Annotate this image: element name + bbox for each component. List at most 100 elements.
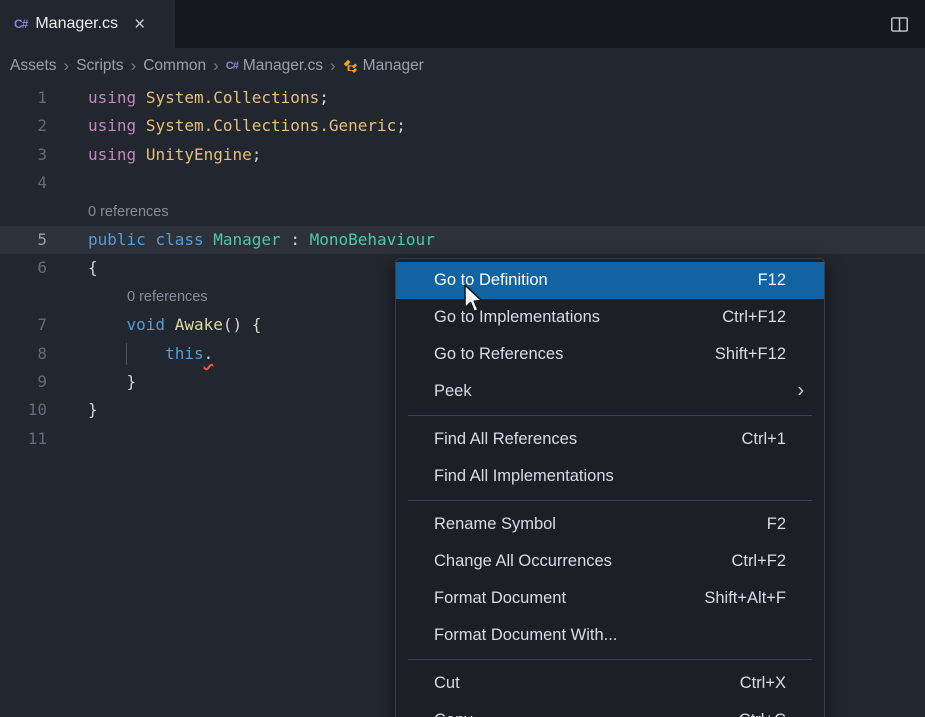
split-editor-icon[interactable] [890, 15, 909, 34]
menu-item-go-to-definition[interactable]: Go to Definition F12 [396, 262, 824, 299]
tab-close-icon[interactable]: × [134, 15, 145, 34]
breadcrumb-item-manager[interactable]: Manager [343, 57, 424, 75]
menu-item-format-document[interactable]: Format Document Shift+Alt+F [396, 580, 824, 617]
line-number[interactable] [0, 283, 47, 311]
code-line[interactable]: 1 using System.Collections; [0, 84, 925, 112]
code-line[interactable]: 5 public class Manager : MonoBehaviour [0, 225, 925, 255]
line-number[interactable]: 10 [0, 396, 47, 424]
code-text: void Awake() { [47, 311, 262, 339]
code-token: } [88, 371, 137, 391]
code-text: { [47, 254, 98, 282]
code-token: { [88, 258, 98, 278]
menu-item-find-all-references[interactable]: Find All References Ctrl+1 [396, 421, 824, 458]
breadcrumb-item-scripts[interactable]: Scripts [76, 57, 123, 75]
menu-item-peek[interactable]: Peek › [396, 373, 824, 410]
line-number[interactable]: 11 [0, 425, 47, 453]
menu-item-label: Find All Implementations [434, 467, 614, 485]
indent-guide [126, 342, 127, 365]
code-text: this. [47, 340, 213, 368]
code-token: } [88, 400, 98, 420]
codelens-row[interactable]: 0 references [0, 198, 925, 226]
menu-item-shortcut: Shift+F12 [714, 345, 786, 363]
code-token: Manager [213, 229, 281, 249]
line-number[interactable]: 8 [0, 340, 47, 368]
code-text: using UnityEngine; [47, 141, 261, 169]
menu-item-find-all-implementations[interactable]: Find All Implementations [396, 458, 824, 495]
menu-item-label: Change All Occurrences [434, 552, 612, 570]
code-token: UnityEngine [145, 144, 252, 164]
editor-actions [890, 0, 925, 48]
csharp-file-icon: C# [225, 60, 239, 72]
menu-item-shortcut: F12 [757, 271, 786, 289]
menu-item-copy[interactable]: Copy Ctrl+C [396, 702, 824, 717]
code-token: ; [396, 116, 406, 136]
code-token: Awake [174, 315, 223, 335]
menu-item-cut[interactable]: Cut Ctrl+X [396, 665, 824, 702]
line-number[interactable]: 5 [0, 226, 47, 254]
menu-separator [408, 415, 812, 416]
menu-item-label: Go to Implementations [434, 308, 600, 326]
breadcrumb-separator: › [130, 56, 137, 75]
breadcrumb-item-common[interactable]: Common [143, 57, 206, 75]
menu-item-change-all-occurrences[interactable]: Change All Occurrences Ctrl+F2 [396, 543, 824, 580]
tab-manager-cs[interactable]: C# Manager.cs × [0, 0, 176, 48]
breadcrumb-separator: › [213, 56, 219, 75]
menu-item-go-to-implementations[interactable]: Go to Implementations Ctrl+F12 [396, 299, 824, 336]
menu-item-shortcut: Ctrl+1 [741, 430, 786, 448]
code-token: System.Collections.Generic [145, 116, 397, 136]
codelens-references[interactable]: 0 references [47, 283, 208, 311]
line-number[interactable]: 4 [0, 169, 47, 197]
menu-item-label: Peek [434, 382, 472, 400]
line-number[interactable]: 9 [0, 368, 47, 396]
code-token: using [88, 88, 137, 107]
breadcrumb-label: Common [143, 57, 207, 74]
menu-item-shortcut: Ctrl+F12 [722, 308, 786, 326]
breadcrumb-label: Manager [362, 57, 424, 74]
menu-item-label: Rename Symbol [434, 515, 556, 533]
code-line[interactable]: 3 using UnityEngine; [0, 141, 925, 169]
breadcrumb-label: Assets [10, 57, 57, 74]
menu-item-shortcut: Ctrl+X [739, 674, 786, 692]
menu-item-format-document-with[interactable]: Format Document With... [396, 617, 824, 654]
code-text: public class Manager : MonoBehaviour [47, 226, 435, 254]
line-number[interactable]: 1 [0, 84, 47, 112]
menu-item-label: Cut [434, 674, 460, 692]
code-line[interactable]: 2 using System.Collections.Generic; [0, 112, 925, 140]
code-token: : [280, 229, 310, 249]
code-token: System.Collections [145, 88, 320, 107]
line-number[interactable]: 2 [0, 112, 47, 140]
code-token: ; [319, 88, 329, 107]
breadcrumb-label: Manager.cs [242, 57, 323, 74]
code-text: using System.Collections.Generic; [47, 112, 406, 140]
code-text: } [47, 368, 137, 396]
breadcrumb-separator: › [330, 56, 336, 75]
code-token: ; [251, 144, 262, 164]
menu-separator [408, 659, 812, 660]
menu-item-rename-symbol[interactable]: Rename Symbol F2 [396, 506, 824, 543]
code-line[interactable]: 4 [0, 169, 925, 197]
line-number[interactable] [0, 198, 47, 226]
menu-item-label: Format Document With... [434, 626, 618, 644]
codelens-references[interactable]: 0 references [47, 198, 169, 226]
menu-item-label: Go to References [434, 345, 564, 363]
breadcrumb-item-manager-cs[interactable]: C# Manager.cs [226, 57, 323, 75]
menu-item-go-to-references[interactable]: Go to References Shift+F12 [396, 336, 824, 373]
submenu-chevron-icon: › [797, 379, 804, 402]
code-token: () { [222, 315, 262, 335]
menu-item-label: Copy [434, 711, 473, 717]
code-text: using System.Collections; [47, 84, 329, 112]
line-number[interactable]: 6 [0, 254, 47, 282]
code-text: } [47, 396, 98, 424]
line-number[interactable]: 3 [0, 141, 47, 169]
error-token: . [203, 343, 214, 363]
line-number[interactable]: 7 [0, 311, 47, 339]
tab-title: Manager.cs [35, 15, 119, 32]
menu-item-shortcut: Shift+Alt+F [704, 589, 786, 607]
breadcrumb-item-assets[interactable]: Assets [10, 57, 57, 75]
menu-item-label: Go to Definition [434, 271, 548, 289]
